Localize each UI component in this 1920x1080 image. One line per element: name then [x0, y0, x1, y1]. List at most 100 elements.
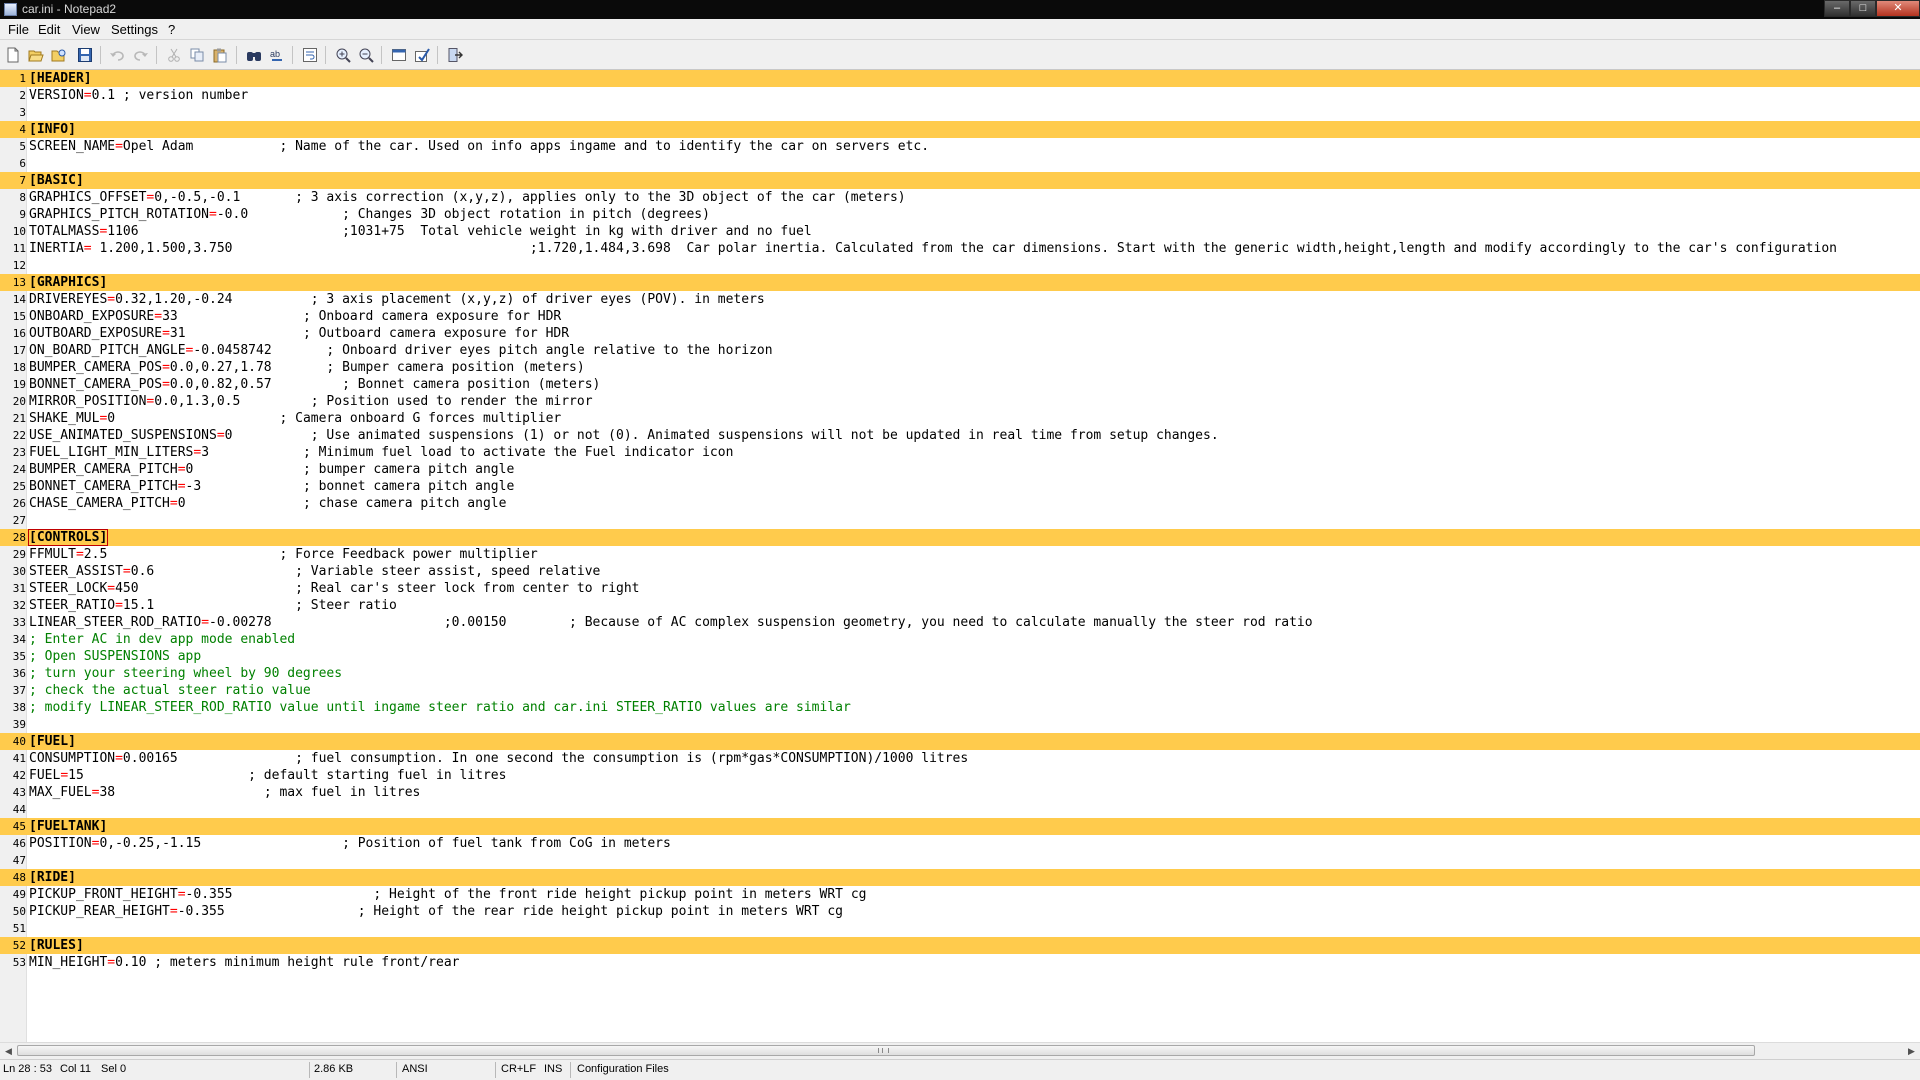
line-number: 51	[12, 922, 26, 935]
line-number: 34	[12, 633, 26, 646]
code-line[interactable]: 5 SCREEN_NAME=Opel Adam ; Name of the car…	[0, 138, 1920, 155]
replace-icon[interactable]: ab	[268, 46, 286, 64]
find-icon[interactable]	[245, 46, 263, 64]
code-line[interactable]: 33 LINEAR_STEER_ROD_RATIO=-0.00278 ;0.001…	[0, 614, 1920, 631]
code-line[interactable]: 43 MAX_FUEL=38 ; max fuel in litres	[0, 784, 1920, 801]
code-line[interactable]: 18 BUMPER_CAMERA_POS=0.0,0.27,1.78 ; Bump…	[0, 359, 1920, 376]
code-line[interactable]: 34; Enter AC in dev app mode enabled	[0, 631, 1920, 648]
code-line[interactable]: 25 BONNET_CAMERA_PITCH=-3 ; bonnet camera…	[0, 478, 1920, 495]
section-header-line[interactable]: 48 [RIDE]	[0, 869, 1920, 886]
zoom-out-icon[interactable]	[357, 46, 375, 64]
word-wrap-icon[interactable]	[301, 46, 319, 64]
code-line[interactable]: 44	[0, 801, 1920, 818]
status-encoding[interactable]: ANSI	[402, 1063, 428, 1075]
undo-icon[interactable]	[108, 46, 126, 64]
code-line[interactable]: 15 ONBOARD_EXPOSURE=33 ; Onboard camera e…	[0, 308, 1920, 325]
code-line[interactable]: 41 CONSUMPTION=0.00165 ; fuel consumption…	[0, 750, 1920, 767]
section-header-line[interactable]: 4 [INFO]	[0, 121, 1920, 138]
menu-view[interactable]: View	[72, 22, 100, 37]
app-icon[interactable]	[4, 3, 17, 16]
close-button[interactable]: ✕	[1876, 0, 1920, 17]
code-line[interactable]: 11 INERTIA= 1.200,1.500,3.750 ;1.720,1.48…	[0, 240, 1920, 257]
code-line[interactable]: 10 TOTALMASS=1106 ;1031+75 Total vehicle …	[0, 223, 1920, 240]
code-line[interactable]: 12	[0, 257, 1920, 274]
new-file-icon[interactable]	[4, 46, 22, 64]
section-header-line[interactable]: 7 [BASIC]	[0, 172, 1920, 189]
ini-value: 0.32,1.20,-0.24 ; 3 axis placement (x,y,…	[115, 292, 765, 307]
scroll-right-button[interactable]: ▶	[1903, 1043, 1920, 1059]
code-line[interactable]: 39	[0, 716, 1920, 733]
code-line[interactable]: 27	[0, 512, 1920, 529]
status-scheme[interactable]: Configuration Files	[577, 1063, 669, 1075]
menu-help[interactable]: ?	[168, 22, 175, 37]
cut-icon[interactable]	[165, 46, 183, 64]
editor-area[interactable]: 1 [HEADER] 2 VERSION=0.1 ; version number 3 4…	[0, 70, 1920, 1042]
code-line[interactable]: 29 FFMULT=2.5 ; Force Feedback power mult…	[0, 546, 1920, 563]
line-text: [RULES]	[29, 937, 84, 954]
code-line[interactable]: 51	[0, 920, 1920, 937]
maximize-button[interactable]: □	[1850, 0, 1876, 17]
customize-icon[interactable]	[413, 46, 431, 64]
section-header-line[interactable]: 13 [GRAPHICS]	[0, 274, 1920, 291]
redo-icon[interactable]	[132, 46, 150, 64]
code-line[interactable]: 50 PICKUP_REAR_HEIGHT=-0.355 ; Height of …	[0, 903, 1920, 920]
code-line[interactable]: 47	[0, 852, 1920, 869]
section-header-line[interactable]: 45 [FUELTANK]	[0, 818, 1920, 835]
menu-file[interactable]: File	[8, 22, 29, 37]
code-line[interactable]: 2 VERSION=0.1 ; version number	[0, 87, 1920, 104]
status-insert-mode[interactable]: INS	[544, 1063, 562, 1075]
toolbar-separator	[381, 46, 382, 64]
menu-edit[interactable]: Edit	[38, 22, 60, 37]
browse-icon[interactable]	[50, 46, 68, 64]
zoom-in-icon[interactable]	[334, 46, 352, 64]
code-line[interactable]: 19 BONNET_CAMERA_POS=0.0,0.82,0.57 ; Bonn…	[0, 376, 1920, 393]
section-header-line[interactable]: 52 [RULES]	[0, 937, 1920, 954]
copy-icon[interactable]	[188, 46, 206, 64]
open-file-icon[interactable]	[27, 46, 45, 64]
horizontal-scrollbar[interactable]: ◀ ▶	[0, 1042, 1920, 1059]
menu-settings[interactable]: Settings	[111, 22, 158, 37]
scrollbar-thumb[interactable]	[17, 1045, 1755, 1056]
code-line[interactable]: 46 POSITION=0,-0.25,-1.15 ; Position of f…	[0, 835, 1920, 852]
code-line[interactable]: 31 STEER_LOCK=450 ; Real car's steer lock…	[0, 580, 1920, 597]
exit-icon[interactable]	[446, 46, 464, 64]
code-line[interactable]: 6	[0, 155, 1920, 172]
code-line[interactable]: 53 MIN_HEIGHT=0.10 ; meters minimum heigh…	[0, 954, 1920, 971]
scheme-icon[interactable]	[390, 46, 408, 64]
code-line[interactable]: 42 FUEL=15 ; default starting fuel in lit…	[0, 767, 1920, 784]
section-header-line[interactable]: 28 [CONTROLS]	[0, 529, 1920, 546]
code-lines[interactable]: 1 [HEADER] 2 VERSION=0.1 ; version number 3 4…	[0, 70, 1920, 971]
code-line[interactable]: 14 DRIVEREYES=0.32,1.20,-0.24 ; 3 axis pl…	[0, 291, 1920, 308]
ini-equals: =	[115, 751, 123, 766]
section-header-line[interactable]: 40 [FUEL]	[0, 733, 1920, 750]
code-line[interactable]: 26 CHASE_CAMERA_PITCH=0 ; chase camera pi…	[0, 495, 1920, 512]
paste-icon[interactable]	[211, 46, 229, 64]
code-line[interactable]: 17 ON_BOARD_PITCH_ANGLE=-0.0458742 ; Onbo…	[0, 342, 1920, 359]
code-line[interactable]: 30 STEER_ASSIST=0.6 ; Variable steer assi…	[0, 563, 1920, 580]
code-line[interactable]: 38; modify LINEAR_STEER_ROD_RATIO value …	[0, 699, 1920, 716]
code-line[interactable]: 9 GRAPHICS_PITCH_ROTATION=-0.0 ; Changes …	[0, 206, 1920, 223]
code-line[interactable]: 21 SHAKE_MUL=0 ; Camera onboard G forces …	[0, 410, 1920, 427]
code-line[interactable]: 32 STEER_RATIO=15.1 ; Steer ratio	[0, 597, 1920, 614]
code-line[interactable]: 23 FUEL_LIGHT_MIN_LITERS=3 ; Minimum fuel…	[0, 444, 1920, 461]
code-line[interactable]: 37; check the actual steer ratio value	[0, 682, 1920, 699]
code-line[interactable]: 3	[0, 104, 1920, 121]
code-line[interactable]: 36; turn your steering wheel by 90 degre…	[0, 665, 1920, 682]
code-line[interactable]: 16 OUTBOARD_EXPOSURE=31 ; Outboard camera…	[0, 325, 1920, 342]
status-line-endings[interactable]: CR+LF	[501, 1063, 536, 1075]
line-text: PICKUP_FRONT_HEIGHT=-0.355 ; Height of t…	[29, 886, 866, 903]
ini-key: GRAPHICS_PITCH_ROTATION	[29, 207, 210, 222]
minimize-button[interactable]: –	[1824, 0, 1850, 17]
code-line[interactable]: 35; Open SUSPENSIONS app	[0, 648, 1920, 665]
code-line[interactable]: 22 USE_ANIMATED_SUSPENSIONS=0 ; Use anima…	[0, 427, 1920, 444]
save-icon[interactable]	[76, 46, 94, 64]
code-line[interactable]: 8 GRAPHICS_OFFSET=0,-0.5,-0.1 ; 3 axis co…	[0, 189, 1920, 206]
code-line[interactable]: 24 BUMPER_CAMERA_PITCH=0 ; bumper camera …	[0, 461, 1920, 478]
ini-equals: =	[75, 547, 84, 562]
scroll-left-button[interactable]: ◀	[0, 1043, 17, 1059]
ini-value: 0.0,0.27,1.78 ; Bumper camera position (…	[169, 360, 585, 375]
code-line[interactable]: 49 PICKUP_FRONT_HEIGHT=-0.355 ; Height of…	[0, 886, 1920, 903]
code-line[interactable]: 20 MIRROR_POSITION=0.0,1.3,0.5 ; Position…	[0, 393, 1920, 410]
line-number: 38	[12, 701, 26, 714]
section-header-line[interactable]: 1 [HEADER]	[0, 70, 1920, 87]
